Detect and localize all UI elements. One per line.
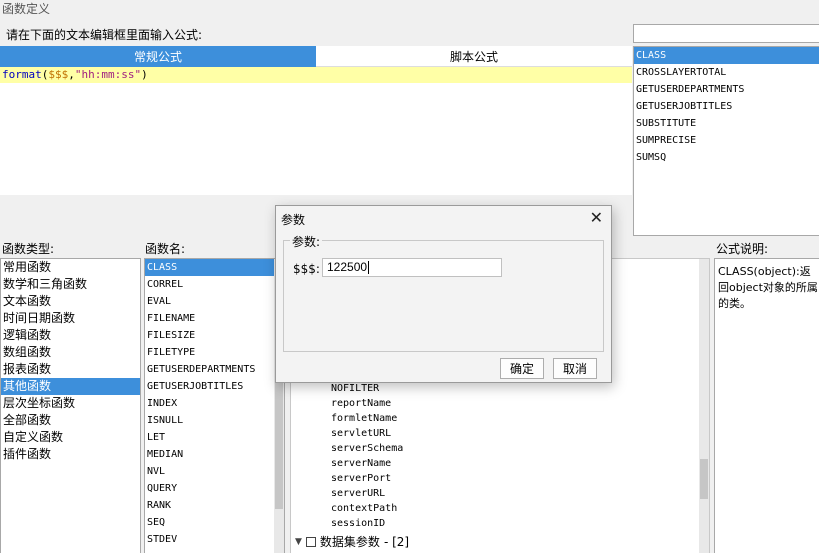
parameter-value-input[interactable]: 122500 xyxy=(322,258,502,277)
formula-string-literal: "hh:mm:ss" xyxy=(74,68,142,81)
ok-button[interactable]: 确定 xyxy=(500,358,544,379)
tree-item[interactable]: serverURL xyxy=(331,488,385,499)
function-name-item[interactable]: FILESIZE xyxy=(145,327,284,344)
tree-scrollbar[interactable] xyxy=(699,259,709,553)
tree-item[interactable]: serverSchema xyxy=(331,443,403,454)
function-name-item[interactable]: QUERY xyxy=(145,480,284,497)
tab-script-formula[interactable]: 脚本公式 xyxy=(316,46,632,67)
function-type-item[interactable]: 其他函数 xyxy=(1,378,140,395)
function-type-item[interactable]: 层次坐标函数 xyxy=(1,395,140,412)
formula-current-line[interactable]: format($$$,"hh:mm:ss") xyxy=(0,67,632,83)
parameter-dialog: 参数 ✕ 参数: $$$: 122500 确定 取消 xyxy=(275,205,612,383)
formula-description-label: 公式说明: xyxy=(716,242,769,256)
function-names-label: 函数名: xyxy=(145,242,186,256)
search-result-item[interactable]: SUMSQ xyxy=(634,149,819,166)
function-type-item[interactable]: 自定义函数 xyxy=(1,429,140,446)
window-title: 函数定义 xyxy=(2,2,51,16)
cancel-button[interactable]: 取消 xyxy=(553,358,597,379)
function-name-item[interactable]: NVL xyxy=(145,463,284,480)
function-name-item[interactable]: FILENAME xyxy=(145,310,284,327)
formula-tabbar: 常规公式 脚本公式 xyxy=(0,46,632,67)
function-type-item[interactable]: 报表函数 xyxy=(1,361,140,378)
function-name-item[interactable]: LET xyxy=(145,429,284,446)
close-icon[interactable]: ✕ xyxy=(590,209,603,227)
function-type-item[interactable]: 常用函数 xyxy=(1,259,140,276)
function-name-item[interactable]: SEQ xyxy=(145,514,284,531)
text-caret xyxy=(368,261,370,275)
editor-prompt: 请在下面的文本编辑框里面输入公式: xyxy=(6,28,203,42)
function-type-item[interactable]: 插件函数 xyxy=(1,446,140,463)
function-name-item[interactable]: MEDIAN xyxy=(145,446,284,463)
search-result-item[interactable]: SUBSTITUTE xyxy=(634,115,819,132)
tree-item[interactable]: serverName xyxy=(331,458,391,469)
function-name-item[interactable]: GETUSERJOBTITLES xyxy=(145,378,284,395)
function-name-item[interactable]: GETUSERDEPARTMENTS xyxy=(145,361,284,378)
tree-item[interactable]: NOFILTER xyxy=(331,383,379,394)
tree-item[interactable]: servletURL xyxy=(331,428,391,439)
function-type-list[interactable]: 常用函数 数学和三角函数 文本函数 时间日期函数 逻辑函数 数组函数 报表函数 其他函数 层次坐… xyxy=(0,258,141,553)
tree-group-count: - [2] xyxy=(383,534,410,549)
search-result-item[interactable]: GETUSERDEPARTMENTS xyxy=(634,81,819,98)
tree-scrollbar-thumb[interactable] xyxy=(700,459,708,499)
function-type-item[interactable]: 逻辑函数 xyxy=(1,327,140,344)
tree-item[interactable]: contextPath xyxy=(331,503,397,514)
function-name-item[interactable]: CLASS xyxy=(145,259,284,276)
parameter-group: 参数: $$$: 122500 xyxy=(283,233,604,352)
function-name-item[interactable]: INDEX xyxy=(145,395,284,412)
collapse-arrow-icon[interactable]: ▼ xyxy=(295,537,302,547)
search-result-item[interactable]: SUMPRECISE xyxy=(634,132,819,149)
tree-group-label: 数据集参数 xyxy=(319,535,380,549)
search-result-item[interactable]: CROSSLAYERTOTAL xyxy=(634,64,819,81)
function-search-input[interactable] xyxy=(633,24,819,43)
formula-function-name: format xyxy=(2,68,42,81)
function-name-list[interactable]: CLASS CORREL EVAL FILENAME FILESIZE FILETYPE G… xyxy=(144,258,285,553)
tab-regular-formula[interactable]: 常规公式 xyxy=(0,46,316,67)
function-type-item[interactable]: 文本函数 xyxy=(1,293,140,310)
function-name-item[interactable]: EVAL xyxy=(145,293,284,310)
function-name-item[interactable]: ISNULL xyxy=(145,412,284,429)
function-name-item[interactable]: RANK xyxy=(145,497,284,514)
formula-arg: $$$ xyxy=(48,68,69,81)
function-name-item[interactable]: STDEV xyxy=(145,531,284,548)
parameter-name: $$$: xyxy=(293,262,320,276)
function-type-item[interactable]: 数组函数 xyxy=(1,344,140,361)
function-type-item[interactable]: 时间日期函数 xyxy=(1,310,140,327)
parameter-group-label: 参数: xyxy=(290,233,323,250)
search-results-list[interactable]: CLASS CROSSLAYERTOTAL GETUSERDEPARTMENTS GE… xyxy=(633,46,819,236)
formula-description-text: CLASS(object):返回object对象的所属的类。 xyxy=(714,258,819,553)
formula-editor[interactable]: format($$$,"hh:mm:ss") xyxy=(0,67,632,195)
folder-icon xyxy=(305,536,316,547)
tree-item[interactable]: serverPort xyxy=(331,473,391,484)
function-types-label: 函数类型: xyxy=(2,242,55,256)
function-type-item[interactable]: 全部函数 xyxy=(1,412,140,429)
function-name-item[interactable]: CORREL xyxy=(145,276,284,293)
tree-item[interactable]: reportName xyxy=(331,398,391,409)
tree-item[interactable]: sessionID xyxy=(331,518,385,529)
dialog-title: 参数 xyxy=(281,213,306,227)
search-result-item[interactable]: CLASS xyxy=(634,47,819,64)
search-result-item[interactable]: GETUSERJOBTITLES xyxy=(634,98,819,115)
tree-group-dataset-params[interactable]: ▼ 数据集参数 - [2] xyxy=(295,533,409,550)
function-type-item[interactable]: 数学和三角函数 xyxy=(1,276,140,293)
function-name-item[interactable]: FILETYPE xyxy=(145,344,284,361)
tree-item[interactable]: formletName xyxy=(331,413,397,424)
